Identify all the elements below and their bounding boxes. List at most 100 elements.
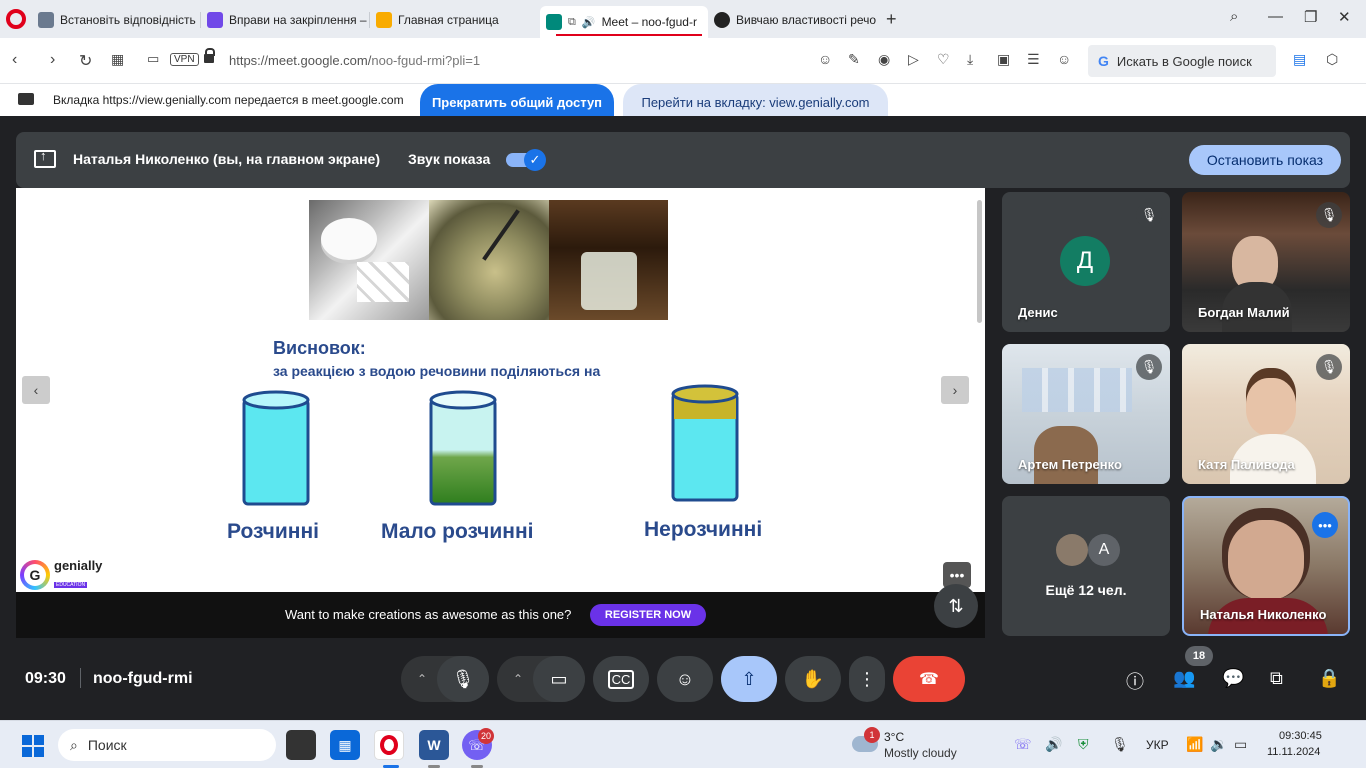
- mic-off-icon: 🎙: [1316, 354, 1342, 380]
- raise-hand-button[interactable]: ✋: [785, 656, 841, 702]
- shared-screen[interactable]: Висновок: за реакцією з водою речовини п…: [16, 188, 985, 638]
- emoji-icon[interactable]: ☺: [818, 51, 832, 67]
- opera-icon[interactable]: [374, 730, 404, 760]
- minimize-icon[interactable]: —: [1268, 8, 1283, 25]
- more-options-button[interactable]: ⋮: [849, 656, 885, 702]
- tab-1[interactable]: Встановіть відповідність: [32, 6, 200, 34]
- clock-date[interactable]: 11.11.2024: [1267, 746, 1320, 758]
- participant-tile[interactable]: 🎙 Катя Паливода: [1182, 344, 1350, 484]
- tab-sharing-bar: Вкладка https://view.genially.com переда…: [0, 84, 1366, 120]
- scrollbar[interactable]: [977, 200, 982, 323]
- go-to-tab-button[interactable]: Перейти на вкладку: view.genially.com: [623, 84, 888, 120]
- participant-tile[interactable]: 🎙 Д Денис: [1002, 192, 1170, 332]
- edit-icon[interactable]: ✎: [848, 51, 860, 68]
- stop-sharing-button[interactable]: Прекратить общий доступ: [420, 84, 614, 120]
- others-tile[interactable]: А Ещё 12 чел.: [1002, 496, 1170, 636]
- shield-icon[interactable]: ⛨: [1078, 736, 1089, 753]
- screen-share-icon: [18, 93, 34, 105]
- forward-icon[interactable]: ›: [50, 51, 55, 69]
- leave-call-button[interactable]: ☎: [893, 656, 965, 702]
- taskbar-search[interactable]: ⌕ Поиск: [58, 729, 276, 761]
- extensions-icon[interactable]: ⬡: [1326, 51, 1338, 68]
- player-icon[interactable]: ▷: [908, 51, 919, 68]
- participant-name: Богдан Малий: [1198, 305, 1290, 320]
- stirring-glass-photo: [429, 200, 549, 320]
- more-options-icon[interactable]: •••: [1312, 512, 1338, 538]
- easy-setup-icon[interactable]: ☰: [1027, 51, 1040, 68]
- share-audio-toggle[interactable]: ✓: [506, 149, 546, 171]
- language-indicator[interactable]: УКР: [1146, 738, 1169, 752]
- activities-icon[interactable]: ⧉: [1270, 668, 1283, 689]
- profile-icon[interactable]: ☺: [1057, 51, 1071, 67]
- genially-logo[interactable]: G genially EDUCATION: [20, 558, 102, 591]
- back-icon[interactable]: ‹: [12, 51, 17, 69]
- promo-text: Want to make creations as awesome as thi…: [285, 607, 572, 622]
- viber-tray-icon[interactable]: ☏: [1014, 736, 1032, 753]
- reload-icon[interactable]: ↻: [79, 51, 92, 71]
- self-tile[interactable]: ••• Наталья Николенко: [1182, 496, 1350, 636]
- lock-icon[interactable]: [204, 48, 215, 63]
- tab-3[interactable]: Главная страница: [370, 6, 538, 34]
- speaker-icon[interactable]: 🔊: [582, 16, 596, 29]
- present-button[interactable]: ⇧: [721, 656, 777, 702]
- start-windows-icon[interactable]: [22, 735, 44, 757]
- wifi-icon[interactable]: 📶: [1186, 736, 1203, 753]
- share-audio-label: Звук показа: [408, 151, 491, 167]
- participant-tile[interactable]: 🎙 Артем Петренко: [1002, 344, 1170, 484]
- word-icon[interactable]: W: [419, 730, 449, 760]
- store-icon[interactable]: ▦: [330, 730, 360, 760]
- classroom-icon: [376, 12, 392, 28]
- mic-off-icon: 🎙: [1136, 202, 1162, 228]
- task-view-icon[interactable]: [286, 730, 316, 760]
- prev-slide-button[interactable]: ‹: [22, 376, 50, 404]
- label-soluble: Розчинні: [227, 520, 319, 543]
- register-now-button[interactable]: REGISTER NOW: [590, 604, 706, 626]
- camera-button[interactable]: ▭: [533, 656, 585, 702]
- captions-button[interactable]: CC: [593, 656, 649, 702]
- snapshot-icon[interactable]: ◉: [878, 51, 890, 68]
- search-tabs-icon[interactable]: ⌕: [1230, 8, 1238, 25]
- meeting-info-icon[interactable]: ⓘ: [1126, 668, 1144, 694]
- tab-2[interactable]: Вправи на закріплення –: [201, 6, 369, 34]
- mic-tray-icon[interactable]: 🎙: [1111, 736, 1129, 753]
- tab-5[interactable]: Вивчаю властивості речо: [708, 6, 876, 34]
- chevron-up-icon[interactable]: ⌃: [513, 672, 523, 686]
- opera-logo-icon[interactable]: [6, 9, 26, 29]
- glass-slightly-soluble-icon: [429, 390, 497, 506]
- meet-icon: [546, 14, 562, 30]
- url-field[interactable]: https://meet.google.com/noo-fgud-rmi?pli…: [229, 53, 480, 68]
- host-controls-icon[interactable]: 🔒: [1318, 668, 1340, 689]
- weather-badge: 1: [864, 727, 880, 743]
- stop-presenting-button[interactable]: Остановить показ: [1189, 145, 1341, 175]
- mic-button[interactable]: 🎙: [437, 656, 489, 702]
- pip-icon[interactable]: ⧉: [568, 16, 576, 29]
- chat-icon[interactable]: 💬: [1222, 668, 1244, 689]
- battery-icon[interactable]: ▭: [1234, 736, 1247, 753]
- chevron-up-icon[interactable]: ⌃: [417, 672, 427, 686]
- conclusion-subtitle: за реакцією з водою речовини поділяються…: [273, 363, 601, 379]
- restore-icon[interactable]: ❐: [1304, 8, 1317, 26]
- swap-view-icon[interactable]: ⇅: [934, 584, 978, 628]
- heart-icon[interactable]: ♡: [937, 51, 950, 68]
- participant-tile[interactable]: 🎙 Богдан Малий: [1182, 192, 1350, 332]
- participant-name: Денис: [1018, 305, 1058, 320]
- close-icon[interactable]: ✕: [1338, 8, 1351, 26]
- vpn-badge[interactable]: VPN: [170, 53, 199, 66]
- mic-off-icon: 🎙: [1316, 202, 1342, 228]
- sidebar-icon[interactable]: ▤: [1293, 51, 1306, 68]
- weather-temp: 3°C: [884, 730, 905, 744]
- google-search-field[interactable]: G Искать в Google поиск: [1088, 45, 1276, 77]
- tab-meet-active[interactable]: ⧉ 🔊 Meet – noo-fgud-r: [540, 6, 708, 38]
- speaker-icon[interactable]: 🔉: [1210, 736, 1227, 753]
- volume-tray-icon[interactable]: 🔊: [1045, 736, 1062, 753]
- clock-time[interactable]: 09:30:45: [1279, 730, 1322, 742]
- new-tab-plus-icon[interactable]: +: [886, 9, 897, 30]
- speed-dial-icon[interactable]: ▦: [111, 51, 124, 68]
- reactions-button[interactable]: ☺: [657, 656, 713, 702]
- camera-indicator-icon[interactable]: ▭: [147, 51, 159, 67]
- video-popout-icon[interactable]: ▣: [997, 51, 1010, 68]
- label-insoluble: Нерозчинні: [644, 518, 763, 541]
- next-slide-button[interactable]: ›: [941, 376, 969, 404]
- people-icon[interactable]: 👥: [1173, 668, 1195, 689]
- download-icon[interactable]: ⤓: [967, 51, 973, 68]
